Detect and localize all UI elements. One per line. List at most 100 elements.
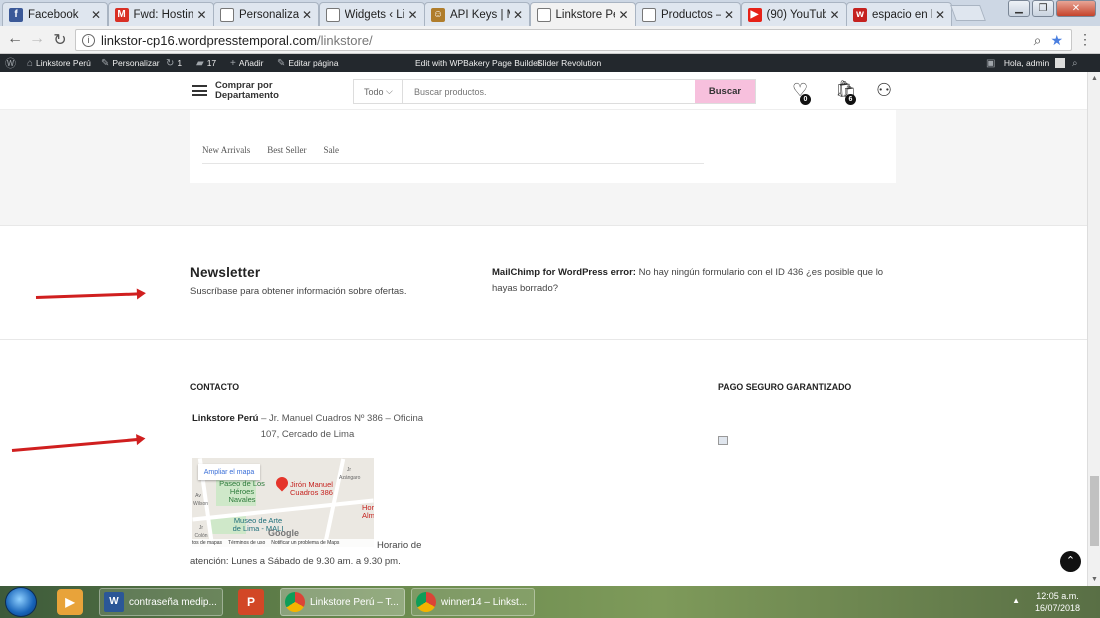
- tab-label: (90) YouTube: [766, 8, 827, 21]
- tab-label: Facebook: [28, 8, 79, 21]
- chrome-icon: [416, 592, 436, 612]
- start-button[interactable]: [5, 587, 37, 617]
- admin-site-link[interactable]: ⌂ Linkstore Perú: [27, 54, 91, 72]
- restore-icon[interactable]: ❐: [1032, 0, 1054, 17]
- admin-customize-link[interactable]: ✎ Personalizar: [101, 54, 160, 72]
- scroll-down-icon[interactable]: ▼: [1088, 573, 1100, 586]
- system-clock[interactable]: 12:05 a.m. 16/07/2018: [1035, 590, 1080, 614]
- wordpress-logo-icon[interactable]: Ⓦ: [5, 54, 16, 72]
- scroll-up-icon[interactable]: ▲: [1088, 72, 1100, 85]
- monitor-icon: ▣: [986, 57, 996, 69]
- tab-sale[interactable]: Sale: [324, 145, 340, 155]
- page-icon: [536, 8, 551, 22]
- reload-icon[interactable]: ↻: [50, 30, 70, 50]
- search-input[interactable]: [403, 80, 695, 103]
- page-scrollbar[interactable]: ▲ ▼: [1087, 72, 1100, 586]
- close-tab-icon[interactable]: ✕: [91, 8, 101, 22]
- product-search: Todo ⌵ Buscar: [353, 79, 756, 104]
- admin-updates-link[interactable]: ↻ 1: [166, 54, 182, 72]
- info-icon[interactable]: i: [82, 33, 95, 47]
- mailchimp-error-message: MailChimp for WordPress error: No hay ni…: [492, 267, 884, 294]
- window-controls: ▁ ❐ ✕: [1008, 0, 1096, 17]
- wishlist-count-badge: 0: [800, 94, 811, 105]
- tray-expand-icon[interactable]: ▲: [1012, 596, 1020, 605]
- browser-tab[interactable]: Widgets ‹ Lin✕: [318, 2, 425, 26]
- browser-tab[interactable]: Personalizar ✕: [213, 2, 319, 26]
- gmail-icon: M: [114, 7, 129, 22]
- tab-new-arrivals[interactable]: New Arrivals: [202, 145, 250, 155]
- facebook-icon: f: [9, 7, 23, 22]
- category-select[interactable]: Todo ⌵: [354, 80, 403, 103]
- powerpoint-icon[interactable]: P: [238, 589, 264, 615]
- close-tab-icon[interactable]: ✕: [302, 8, 312, 22]
- admin-slider-link[interactable]: Slider Revolution: [537, 54, 601, 72]
- google-logo: Google: [268, 528, 299, 538]
- browser-tab[interactable]: ▶ (90) YouTube✕: [740, 2, 847, 26]
- wp-admin-bar: Ⓦ ⌂ Linkstore Perú ✎ Personalizar ↻ 1 ▰ 17 +…: [0, 54, 1100, 72]
- payment-heading: PAGO SEGURO GARANTIZADO: [718, 382, 852, 392]
- browser-tab[interactable]: Linkstore Per✕: [529, 2, 636, 27]
- scroll-to-top-icon[interactable]: ⌃: [1060, 551, 1081, 572]
- contact-heading: CONTACTO: [190, 382, 240, 392]
- browser-tab[interactable]: M Fwd: Hosting✕: [107, 2, 214, 26]
- close-tab-icon[interactable]: ✕: [196, 8, 206, 22]
- opening-hours: Horario de atención: Lunes a Sábado de 9…: [190, 540, 422, 567]
- close-tab-icon[interactable]: ✕: [935, 8, 945, 22]
- back-icon[interactable]: ←: [5, 30, 25, 48]
- minimize-icon[interactable]: ▁: [1008, 0, 1030, 17]
- tab-label: Fwd: Hosting: [133, 8, 194, 21]
- taskbar-item-chrome-2[interactable]: winner14 – Linkst...: [411, 588, 535, 616]
- new-tab-button[interactable]: [950, 5, 986, 21]
- page-icon: [220, 7, 234, 22]
- annotation-arrow: [11, 437, 142, 452]
- admin-search-icon[interactable]: ⌕: [1072, 54, 1078, 72]
- tab-label: Widgets ‹ Lin: [344, 8, 405, 21]
- close-window-icon[interactable]: ✕: [1056, 0, 1096, 17]
- windows-taskbar: ▶ W contraseña medip... P Linkstore Perú…: [0, 586, 1100, 618]
- taskbar-item-chrome-1[interactable]: Linkstore Perú – T...: [280, 588, 405, 616]
- product-tabs: New Arrivals Best Seller Sale: [202, 145, 339, 155]
- newsletter-subtitle: Suscríbase para obtener información sobr…: [190, 286, 407, 297]
- url-field[interactable]: i linkstor-cp16.wordpresstemporal.com/li…: [75, 29, 1072, 51]
- map-label-store: Jirón Manuel Cuadros 386: [290, 480, 333, 497]
- media-player-icon[interactable]: ▶: [57, 589, 83, 615]
- close-tab-icon[interactable]: ✕: [407, 8, 417, 22]
- tab-best-seller[interactable]: Best Seller: [267, 145, 306, 155]
- store-map[interactable]: Ampliar el mapa Paseo de Los Héroes Nava…: [192, 458, 374, 547]
- newsletter-title: Newsletter: [190, 265, 261, 280]
- map-pin-icon: [273, 474, 291, 492]
- browser-tab[interactable]: f Facebook ✕: [2, 2, 108, 26]
- search-button[interactable]: Buscar: [695, 80, 755, 103]
- forward-icon[interactable]: →: [27, 30, 47, 48]
- tab-label: Productos – L: [661, 8, 721, 21]
- admin-account[interactable]: ▣ Hola, admin: [986, 54, 1066, 72]
- browser-tab[interactable]: Productos – L✕: [635, 2, 741, 26]
- scroll-thumb[interactable]: [1090, 476, 1099, 546]
- page-icon: [642, 7, 656, 22]
- menu-icon[interactable]: [192, 85, 207, 96]
- admin-wpbakery-link[interactable]: Edit with WPBakery Page Builder: [415, 54, 541, 72]
- cart-count-badge: 6: [845, 94, 856, 105]
- close-tab-icon[interactable]: ✕: [724, 8, 734, 22]
- account-icon[interactable]: ⚇: [876, 80, 892, 101]
- close-tab-icon[interactable]: ✕: [513, 8, 523, 22]
- close-tab-icon[interactable]: ✕: [618, 8, 628, 22]
- admin-add-new-link[interactable]: + Añadir: [230, 54, 263, 72]
- tab-label: espacio en lo: [872, 8, 932, 21]
- admin-comments-link[interactable]: ▰ 17: [196, 54, 216, 72]
- browser-tab[interactable]: w espacio en lo✕: [846, 2, 952, 26]
- admin-edit-page-link[interactable]: ✎ Editar página: [277, 54, 338, 72]
- tab-divider: [202, 163, 704, 164]
- browser-tab[interactable]: ☺ API Keys | Ma✕: [424, 2, 530, 26]
- map-label-edge: Hor Alm: [362, 503, 374, 520]
- broken-image-icon: [718, 436, 728, 445]
- avatar: [1055, 58, 1066, 68]
- bookmark-star-icon[interactable]: ★: [1050, 32, 1063, 49]
- zoom-search-icon[interactable]: ⌕: [1034, 32, 1042, 49]
- close-tab-icon[interactable]: ✕: [829, 8, 839, 22]
- chrome-menu-icon[interactable]: ⋮: [1078, 31, 1092, 48]
- taskbar-item-word[interactable]: W contraseña medip...: [99, 588, 223, 616]
- map-street: Jr Azángaro: [339, 467, 361, 481]
- department-menu[interactable]: Comprar por Departamento: [215, 81, 295, 101]
- enlarge-map-link[interactable]: Ampliar el mapa: [198, 464, 260, 480]
